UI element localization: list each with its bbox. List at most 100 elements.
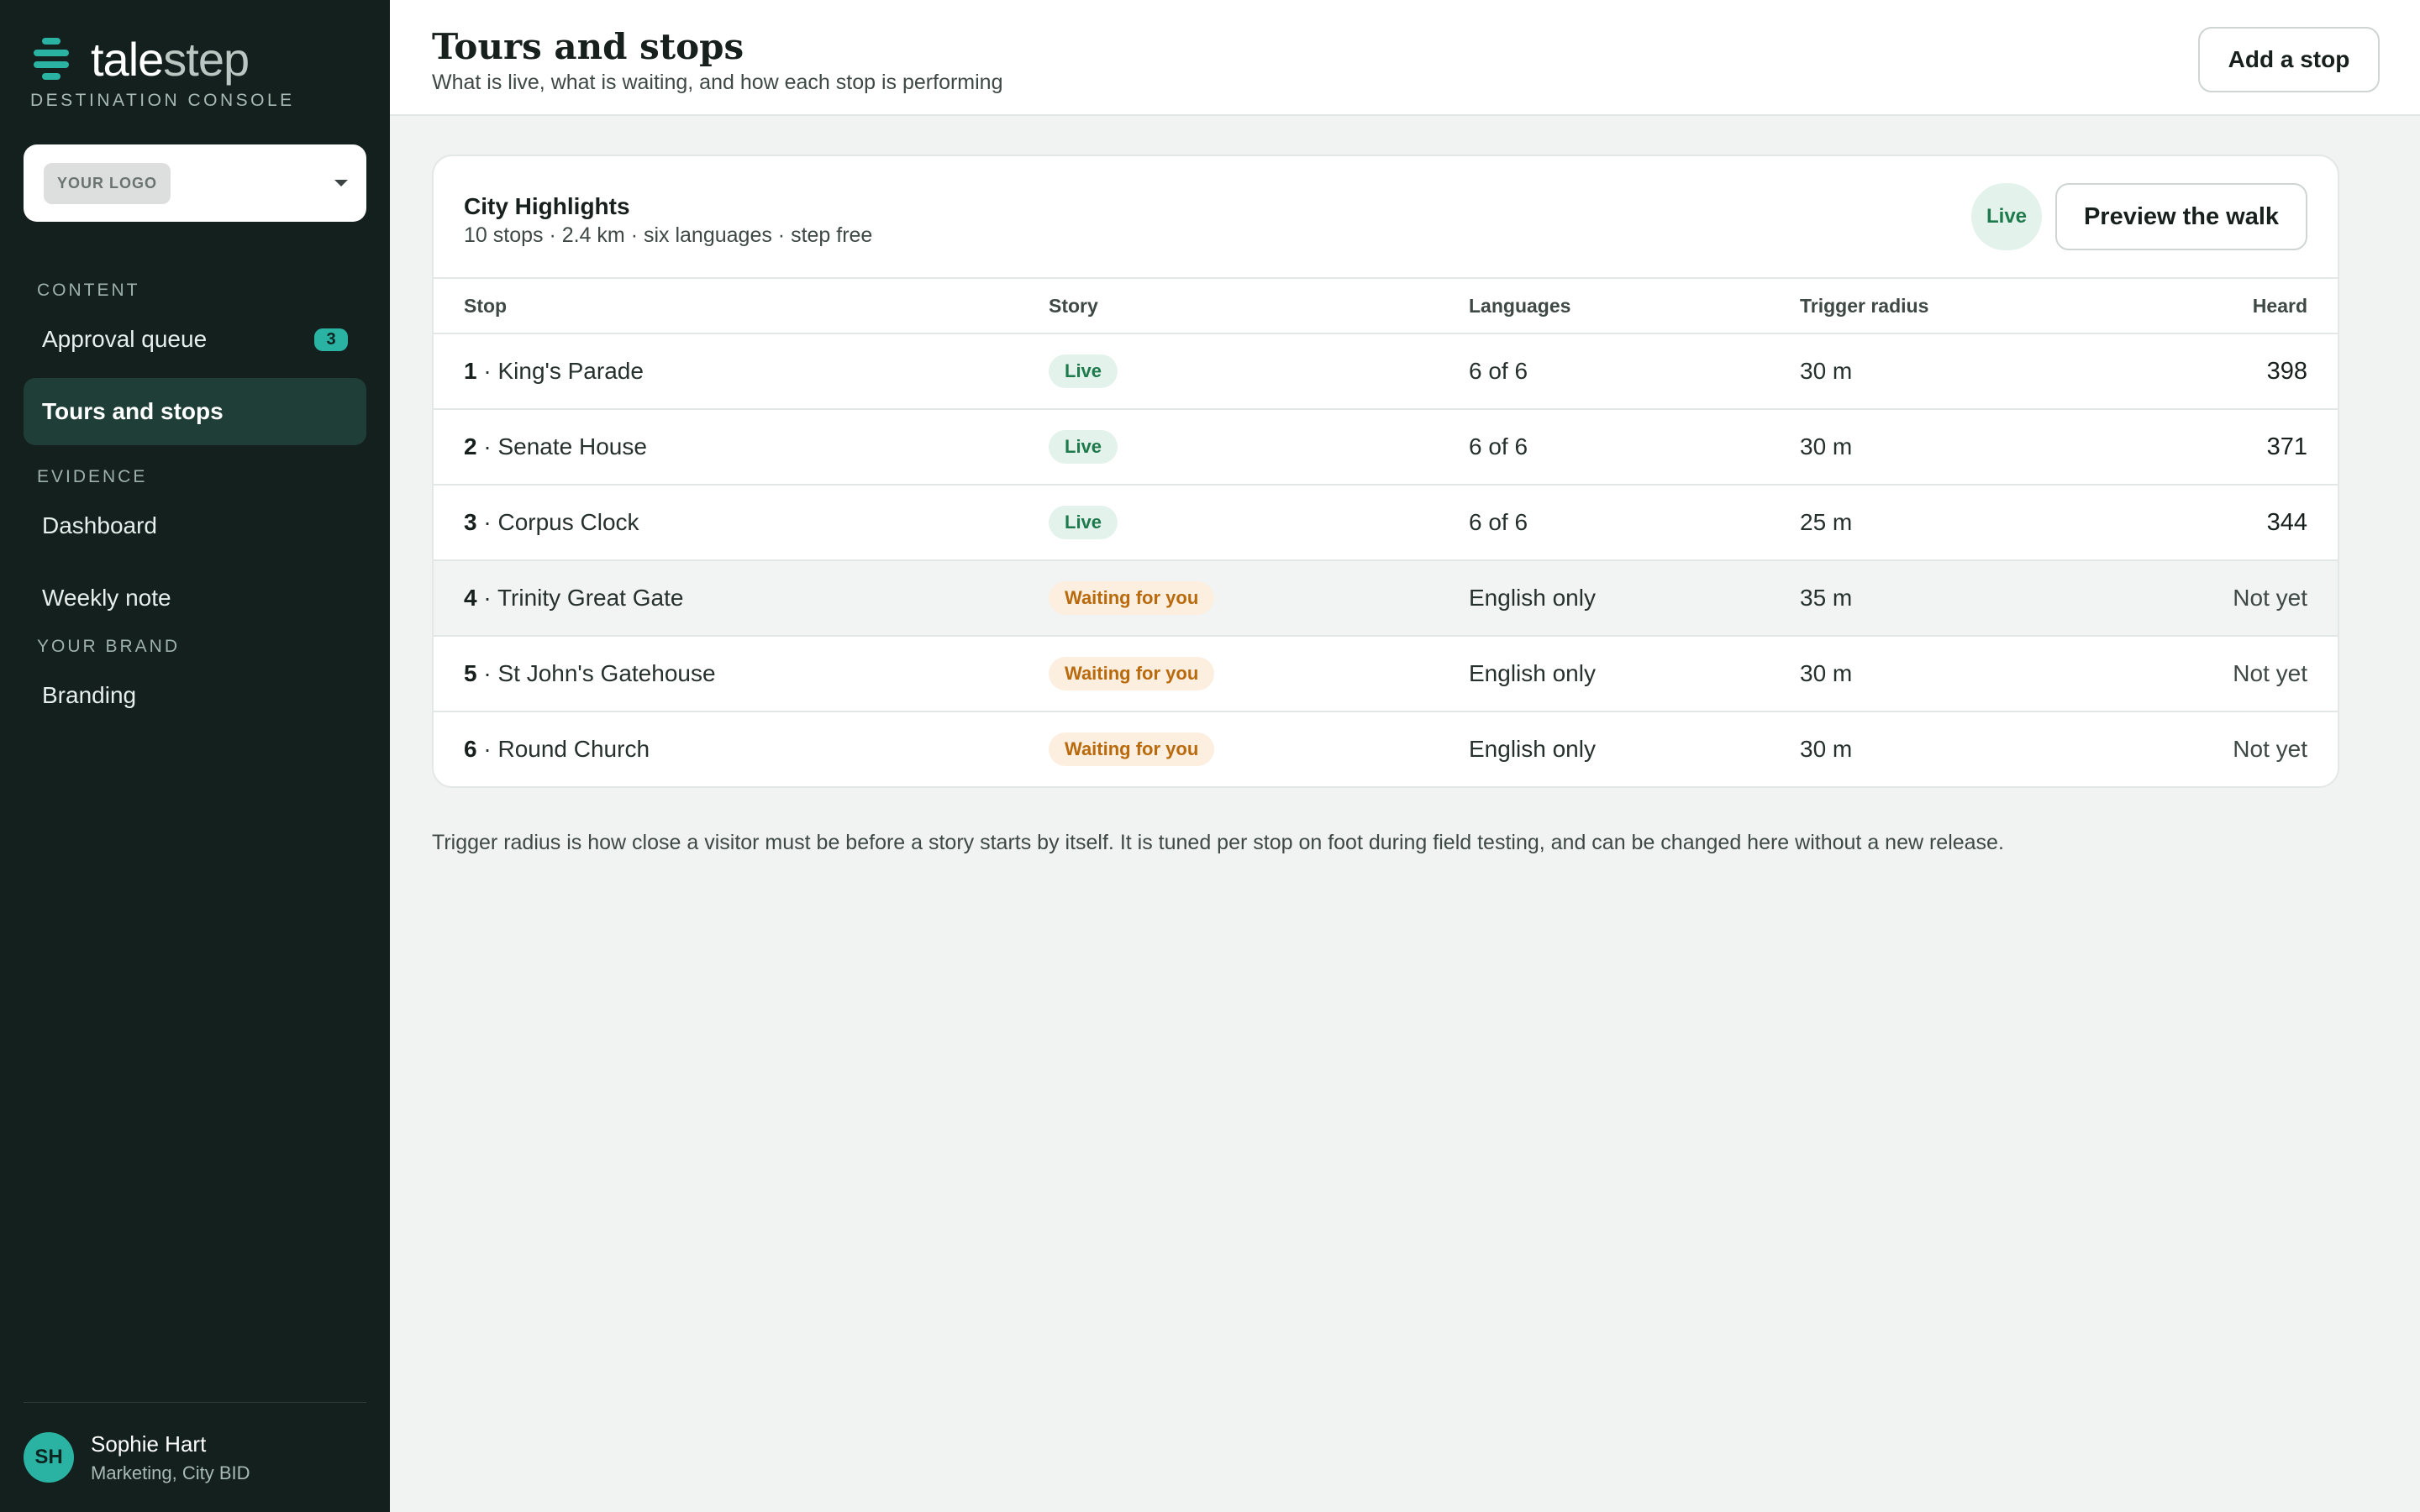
- tour-status-badge: Live: [1971, 183, 2042, 250]
- story-status-badge: Live: [1049, 354, 1118, 388]
- trigger-radius-cell: 25 m: [1800, 485, 2139, 561]
- sidebar-item-weekly-note[interactable]: Weekly note: [24, 564, 366, 632]
- sidebar-item-label: Branding: [42, 682, 137, 708]
- stop-cell: 1 · King's Parade: [434, 333, 1049, 410]
- stop-number: 3: [464, 509, 477, 535]
- brand-name: talestep: [91, 33, 250, 86]
- user-profile[interactable]: SH Sophie Hart Marketing, City BID: [24, 1402, 366, 1512]
- stop-name: Trinity Great Gate: [497, 585, 684, 611]
- heard-cell: 344: [2139, 485, 2338, 561]
- user-role: Marketing, City BID: [91, 1462, 250, 1483]
- stop-cell: 3 · Corpus Clock: [434, 485, 1049, 561]
- story-cell: Live: [1049, 333, 1469, 410]
- stops-table: Stop Story Languages Trigger radius Hear…: [434, 279, 2338, 786]
- brand-subtitle: DESTINATION CONSOLE: [30, 91, 295, 110]
- stop-name: King's Parade: [497, 358, 644, 384]
- approval-count-badge: 3: [314, 328, 348, 351]
- story-cell: Waiting for you: [1049, 560, 1469, 637]
- story-status-badge: Live: [1049, 430, 1118, 464]
- stop-number: 6: [464, 736, 477, 762]
- heard-cell: Not yet: [2139, 560, 2338, 637]
- languages-cell: 6 of 6: [1469, 333, 1800, 410]
- stop-number: 5: [464, 660, 477, 686]
- table-row[interactable]: 6 · Round Church Waiting for you English…: [434, 711, 2338, 786]
- stop-cell: 5 · St John's Gatehouse: [434, 636, 1049, 712]
- trigger-radius-cell: 30 m: [1800, 636, 2139, 712]
- heard-cell: 398: [2139, 333, 2338, 410]
- tour-card-header: City Highlights 10 stops · 2.4 km · six …: [434, 156, 2338, 279]
- story-cell: Waiting for you: [1049, 636, 1469, 712]
- column-header-stop[interactable]: Stop: [434, 279, 1049, 334]
- column-header-trigger-radius[interactable]: Trigger radius: [1800, 279, 2139, 334]
- page-title: Tours and stops: [432, 26, 744, 67]
- logo-picker[interactable]: YOUR LOGO: [24, 144, 366, 222]
- languages-cell: 6 of 6: [1469, 409, 1800, 486]
- avatar: SH: [24, 1432, 74, 1483]
- sidebar-item-dashboard[interactable]: Dashboard: [24, 492, 366, 559]
- trigger-radius-cell: 30 m: [1800, 409, 2139, 486]
- story-cell: Live: [1049, 409, 1469, 486]
- user-name: Sophie Hart: [91, 1431, 207, 1457]
- story-status-badge: Live: [1049, 506, 1118, 539]
- stop-name: Senate House: [497, 433, 647, 459]
- app: talestep DESTINATION CONSOLE YOUR LOGO C…: [0, 0, 2420, 1512]
- stop-cell: 6 · Round Church: [434, 711, 1049, 786]
- languages-cell: English only: [1469, 560, 1800, 637]
- table-row[interactable]: 2 · Senate House Live 6 of 6 30 m 371: [434, 409, 2338, 486]
- sidebar-item-tours-and-stops[interactable]: Tours and stops: [24, 378, 366, 445]
- trigger-radius-footnote: Trigger radius is how close a visitor mu…: [432, 831, 2004, 854]
- table-row[interactable]: 3 · Corpus Clock Live 6 of 6 25 m 344: [434, 485, 2338, 561]
- brand-logo[interactable]: talestep: [24, 34, 366, 86]
- caret-down-icon: [334, 180, 348, 186]
- stop-number: 1: [464, 358, 477, 384]
- heard-cell: 371: [2139, 409, 2338, 486]
- sidebar: talestep DESTINATION CONSOLE YOUR LOGO C…: [0, 0, 390, 1512]
- stop-name: St John's Gatehouse: [497, 660, 716, 686]
- heard-cell: Not yet: [2139, 636, 2338, 712]
- sidebar-item-label: Dashboard: [42, 512, 157, 538]
- talestep-logo-icon: [30, 36, 72, 83]
- column-header-languages[interactable]: Languages: [1469, 279, 1800, 334]
- stop-name: Round Church: [497, 736, 650, 762]
- brand-name-part2: step: [163, 33, 250, 86]
- languages-cell: English only: [1469, 636, 1800, 712]
- stop-name: Corpus Clock: [497, 509, 639, 535]
- story-status-badge: Waiting for you: [1049, 657, 1215, 690]
- trigger-radius-cell: 30 m: [1800, 711, 2139, 786]
- sidebar-item-label: Approval queue: [42, 326, 208, 352]
- story-status-badge: Waiting for you: [1049, 581, 1215, 615]
- stop-number: 4: [464, 585, 477, 611]
- preview-walk-button[interactable]: Preview the walk: [2055, 183, 2307, 250]
- table-header-row: Stop Story Languages Trigger radius Hear…: [434, 279, 2338, 334]
- table-row[interactable]: 4 · Trinity Great Gate Waiting for you E…: [434, 560, 2338, 637]
- page-subtitle: What is live, what is waiting, and how e…: [432, 71, 1003, 94]
- nav-section-evidence: EVIDENCE: [37, 467, 148, 486]
- sidebar-item-label: Tours and stops: [42, 398, 224, 424]
- stop-number: 2: [464, 433, 477, 459]
- heard-cell: Not yet: [2139, 711, 2338, 786]
- story-status-badge: Waiting for you: [1049, 732, 1215, 766]
- tour-card: City Highlights 10 stops · 2.4 km · six …: [432, 155, 2339, 788]
- languages-cell: English only: [1469, 711, 1800, 786]
- stop-cell: 4 · Trinity Great Gate: [434, 560, 1049, 637]
- sidebar-item-approval-queue[interactable]: Approval queue 3: [24, 306, 366, 373]
- table-row[interactable]: 5 · St John's Gatehouse Waiting for you …: [434, 636, 2338, 712]
- table-row[interactable]: 1 · King's Parade Live 6 of 6 30 m 398: [434, 333, 2338, 410]
- add-stop-button[interactable]: Add a stop: [2198, 27, 2380, 92]
- sidebar-item-label: Weekly note: [42, 585, 171, 611]
- stop-cell: 2 · Senate House: [434, 409, 1049, 486]
- story-cell: Live: [1049, 485, 1469, 561]
- nav-section-your-brand: YOUR BRAND: [37, 637, 181, 656]
- user-info: Sophie Hart Marketing, City BID: [91, 1431, 250, 1484]
- sidebar-item-branding[interactable]: Branding: [24, 662, 366, 729]
- logo-placeholder: YOUR LOGO: [44, 162, 171, 204]
- trigger-radius-cell: 30 m: [1800, 333, 2139, 410]
- column-header-story[interactable]: Story: [1049, 279, 1469, 334]
- main-content: Tours and stops What is live, what is wa…: [390, 0, 2420, 1512]
- brand-name-part1: tale: [91, 33, 164, 86]
- nav-section-content: CONTENT: [37, 281, 140, 300]
- story-cell: Waiting for you: [1049, 711, 1469, 786]
- column-header-heard[interactable]: Heard: [2139, 279, 2338, 334]
- languages-cell: 6 of 6: [1469, 485, 1800, 561]
- page-header: Tours and stops What is live, what is wa…: [390, 0, 2420, 116]
